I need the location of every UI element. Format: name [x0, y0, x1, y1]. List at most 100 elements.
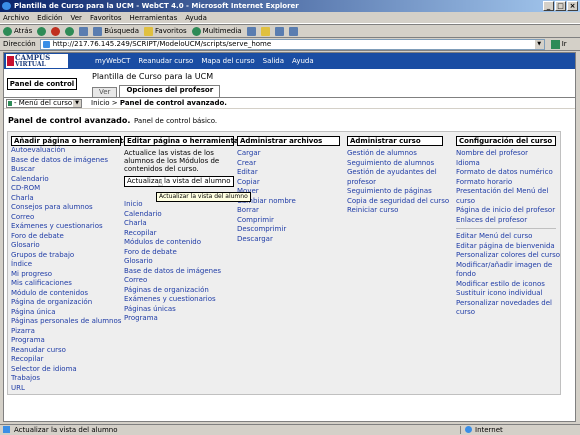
history-button[interactable]: [246, 26, 256, 36]
list-item[interactable]: Recopilar: [124, 229, 234, 239]
breadcrumb-inicio[interactable]: Inicio: [91, 99, 110, 107]
list-item[interactable]: Personalizar colores del curso: [456, 251, 560, 261]
menu-herramientas[interactable]: Herramientas: [130, 14, 178, 22]
list-item[interactable]: Seguimiento de alumnos: [347, 159, 443, 169]
list-item[interactable]: Buscar: [11, 165, 121, 175]
address-input[interactable]: http://217.76.145.249/SCRIPT/ModeloUCM/s…: [39, 38, 545, 50]
list-item[interactable]: Editar página de bienvenida: [456, 242, 556, 252]
list-item[interactable]: Charla: [124, 219, 234, 229]
list-item[interactable]: Grupos de trabajo: [11, 251, 121, 261]
minimize-icon[interactable]: _: [543, 1, 554, 11]
favorites-button[interactable]: Favoritos: [144, 26, 187, 36]
list-item[interactable]: Página de inicio del profesor: [456, 206, 556, 216]
update-student-view-button[interactable]: Actualizar la vista del alumno: [124, 176, 234, 187]
list-item[interactable]: Páginas personales de alumnos: [11, 317, 121, 327]
list-item[interactable]: Selector de idioma: [11, 365, 121, 375]
list-item[interactable]: Modificar estilo de iconos: [456, 280, 556, 290]
list-item[interactable]: Foro de debate: [124, 248, 234, 258]
list-item[interactable]: Páginas únicas: [124, 305, 234, 315]
list-item[interactable]: Mover: [237, 187, 340, 197]
go-button[interactable]: Ir: [550, 39, 567, 49]
maximize-icon[interactable]: □: [555, 1, 566, 11]
list-item[interactable]: Comprimir: [237, 216, 340, 226]
list-item[interactable]: Exámenes y cuestionarios: [11, 222, 121, 232]
list-item[interactable]: Idioma: [456, 159, 556, 169]
menu-favoritos[interactable]: Favoritos: [90, 14, 122, 22]
nav-mywebct[interactable]: myWebCT: [95, 57, 130, 65]
menu-ver[interactable]: Ver: [71, 14, 82, 22]
nav-ayuda[interactable]: Ayuda: [292, 57, 314, 65]
list-item[interactable]: Reanudar curso: [11, 346, 121, 356]
list-item[interactable]: Nombre del profesor: [456, 149, 556, 159]
list-item[interactable]: Índice: [11, 260, 121, 270]
list-item[interactable]: Autoevaluación: [11, 146, 121, 156]
list-item[interactable]: Borrar: [237, 206, 340, 216]
menu-archivo[interactable]: Archivo: [3, 14, 29, 22]
list-item[interactable]: Programa: [124, 314, 234, 324]
course-menu-select[interactable]: - Menú del curso - ▼: [6, 99, 82, 108]
list-item[interactable]: Páginas de organización: [124, 286, 234, 296]
refresh-button[interactable]: [65, 26, 75, 36]
list-item[interactable]: Programa: [11, 336, 121, 346]
list-item[interactable]: Reiniciar curso: [347, 206, 443, 216]
list-item[interactable]: Formato de datos numérico: [456, 168, 556, 178]
list-item[interactable]: Gestión de ayudantes del: [347, 168, 443, 178]
tab-ver[interactable]: Ver: [92, 87, 118, 97]
menu-ayuda[interactable]: Ayuda: [185, 14, 207, 22]
list-item[interactable]: Glosario: [11, 241, 121, 251]
edit-button[interactable]: [288, 26, 298, 36]
list-item[interactable]: Base de datos de imágenes: [11, 156, 121, 166]
list-item[interactable]: Editar Menú del curso: [456, 232, 556, 242]
list-item[interactable]: fondo: [456, 270, 556, 280]
list-item[interactable]: Base de datos de imágenes: [124, 267, 234, 277]
list-item[interactable]: Correo: [11, 213, 121, 223]
list-item[interactable]: Descomprimir: [237, 225, 340, 235]
search-button[interactable]: Búsqueda: [93, 26, 139, 36]
nav-mapa[interactable]: Mapa del curso: [201, 57, 254, 65]
list-item[interactable]: Pizarra: [11, 327, 121, 337]
list-item[interactable]: Charla: [11, 194, 121, 204]
list-item[interactable]: Enlaces del profesor: [456, 216, 556, 226]
panel-control-button[interactable]: Panel de control: [7, 78, 77, 90]
list-item[interactable]: curso: [456, 197, 556, 207]
list-item[interactable]: Foro de debate: [11, 232, 121, 242]
list-item[interactable]: Exámenes y cuestionarios: [124, 295, 234, 305]
list-item[interactable]: URL: [11, 384, 121, 394]
list-item[interactable]: Presentación del Menú del: [456, 187, 556, 197]
list-item[interactable]: Página de organización: [11, 298, 121, 308]
print-button[interactable]: [274, 26, 284, 36]
list-item[interactable]: Crear: [237, 159, 340, 169]
chevron-down-icon[interactable]: ▼: [534, 39, 544, 49]
list-item[interactable]: Gestión de alumnos: [347, 149, 443, 159]
list-item[interactable]: Personalizar novedades del: [456, 299, 556, 309]
list-item[interactable]: Consejos para alumnos: [11, 203, 121, 213]
list-item[interactable]: Modificar/añadir imagen de: [456, 261, 556, 271]
stop-button[interactable]: [51, 26, 61, 36]
list-item[interactable]: Copiar: [237, 178, 340, 188]
forward-button[interactable]: [37, 26, 47, 36]
tab-opciones-profesor[interactable]: Opciones del profesor: [119, 85, 221, 97]
home-button[interactable]: [79, 26, 89, 36]
list-item[interactable]: Correo: [124, 276, 234, 286]
list-item[interactable]: CD-ROM: [11, 184, 121, 194]
list-item[interactable]: Página única: [11, 308, 121, 318]
list-item[interactable]: Módulo de contenidos: [11, 289, 121, 299]
list-item[interactable]: Sustituir icono individual: [456, 289, 556, 299]
list-item[interactable]: Glosario: [124, 257, 234, 267]
list-item[interactable]: Trabajos: [11, 374, 121, 384]
list-item[interactable]: Mis calificaciones: [11, 279, 121, 289]
list-item[interactable]: Descargar: [237, 235, 340, 245]
menu-edicion[interactable]: Edición: [37, 14, 62, 22]
close-icon[interactable]: ×: [567, 1, 578, 11]
chevron-down-icon[interactable]: ▼: [73, 100, 81, 107]
list-item[interactable]: Calendario: [124, 210, 234, 220]
nav-salida[interactable]: Salida: [263, 57, 284, 65]
list-item[interactable]: curso: [456, 308, 556, 318]
nav-reanudar[interactable]: Reanudar curso: [138, 57, 193, 65]
mail-button[interactable]: [260, 26, 270, 36]
list-item[interactable]: profesor: [347, 178, 443, 188]
basic-panel-link[interactable]: Panel de control básico.: [134, 117, 217, 125]
list-item[interactable]: Formato horario: [456, 178, 556, 188]
multimedia-button[interactable]: Multimedia: [191, 26, 242, 36]
list-item[interactable]: Calendario: [11, 175, 121, 185]
